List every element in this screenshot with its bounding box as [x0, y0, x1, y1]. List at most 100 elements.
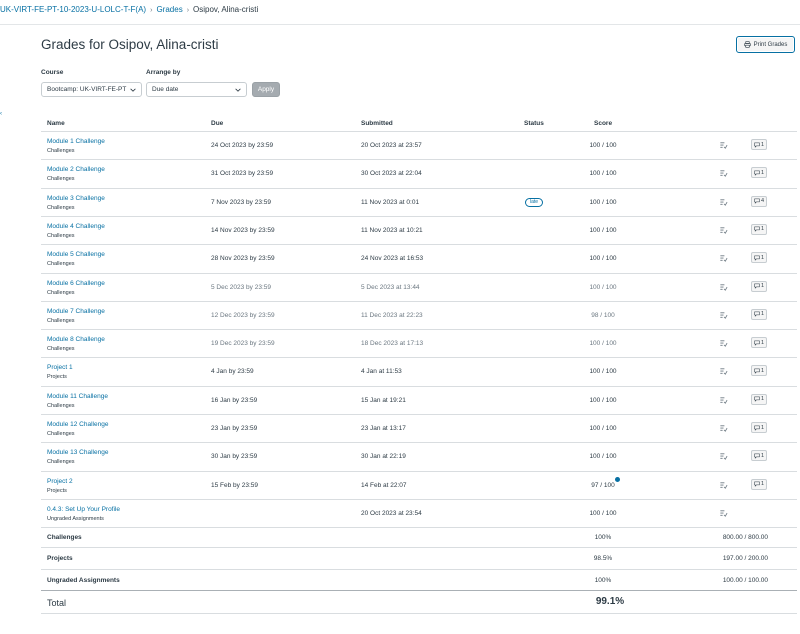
due-date: 31 Oct 2023 by 23:59: [211, 170, 274, 178]
rubric-icon[interactable]: [719, 254, 728, 263]
header-status[interactable]: Status: [524, 120, 544, 127]
assignment-link[interactable]: Module 12 Challenge: [47, 421, 108, 428]
arrange-by-select[interactable]: Due date: [146, 82, 247, 97]
assignment-link[interactable]: Module 2 Challenge: [47, 166, 105, 173]
comment-icon: [754, 396, 760, 402]
score: 100 / 100: [589, 425, 617, 432]
comments-button[interactable]: 1: [751, 308, 767, 320]
rubric-icon[interactable]: [719, 367, 728, 376]
table-row: Module 6 Challenge Challenges 5 Dec 2023 b…: [41, 272, 797, 301]
unread-indicator: [615, 476, 620, 482]
table-row: Project 2 Projects 15 Feb by 23:59 14 Feb a…: [41, 470, 797, 499]
due-date: 12 Dec 2023 by 23:59: [211, 311, 275, 319]
breadcrumb-grades-link[interactable]: Grades: [156, 5, 182, 14]
rubric-icon[interactable]: [719, 396, 728, 405]
header-due[interactable]: Due: [211, 120, 223, 127]
comments-button[interactable]: 1: [751, 450, 767, 462]
summary-percent: 100%: [594, 577, 612, 584]
rubric-icon[interactable]: [719, 452, 728, 461]
summary-points: 800.00 / 800.00: [722, 534, 768, 541]
assignment-link[interactable]: Module 4 Challenge: [47, 223, 105, 230]
apply-button[interactable]: Apply: [252, 82, 280, 97]
comments-button[interactable]: 1: [751, 337, 767, 349]
rubric-icon[interactable]: [719, 311, 728, 320]
collapse-indicator[interactable]: ‹: [0, 111, 3, 117]
assignment-group: Challenges: [47, 346, 75, 353]
comment-icon: [754, 425, 760, 431]
print-grades-label: Print Grades: [753, 41, 788, 48]
breadcrumb: UK-VIRT-FE-PT-10-2023-U-LOLC-T-F(A) › Grad…: [0, 5, 258, 14]
due-date: 7 Nov 2023 by 23:59: [211, 198, 271, 206]
page-title: Grades for Osipov, Alina-cristi: [41, 37, 219, 52]
summary-row: Projects 98.5% 197.00 / 200.00: [41, 547, 797, 569]
total-percent: 99.1%: [595, 596, 625, 607]
comments-button[interactable]: 1: [751, 422, 767, 433]
assignment-group: Challenges: [47, 459, 75, 466]
header-submitted[interactable]: Submitted: [361, 120, 393, 127]
rubric-icon[interactable]: [719, 339, 728, 348]
submitted-date: 14 Feb at 22:07: [361, 481, 407, 489]
due-date: 30 Jan by 23:59: [211, 453, 258, 461]
submitted-date: 30 Jan at 22:19: [361, 453, 406, 461]
assignment-link[interactable]: Module 1 Challenge: [47, 138, 105, 145]
comments-button[interactable]: 4: [751, 195, 767, 207]
comments-button[interactable]: 1: [751, 167, 767, 179]
rubric-icon[interactable]: [719, 169, 728, 178]
assignment-group: Projects: [47, 374, 67, 381]
rubric-icon[interactable]: [719, 198, 728, 207]
comment-count: 1: [760, 141, 765, 148]
assignment-group: Challenges: [47, 176, 75, 183]
summary-row: Ungraded Assignments 100% 100.00 / 100.00: [41, 569, 797, 590]
assignment-link[interactable]: Module 11 Challenge: [47, 393, 108, 400]
comment-count: 1: [760, 226, 765, 233]
assignment-group: Ungraded Assignments: [47, 515, 104, 522]
rubric-icon[interactable]: [719, 226, 728, 235]
rubric-icon[interactable]: [719, 509, 728, 518]
comments-button[interactable]: 1: [751, 478, 767, 490]
table-row: Project 1 Projects 4 Jan by 23:59 4 Jan at …: [41, 357, 797, 385]
comments-button[interactable]: 1: [751, 393, 767, 405]
rubric-icon[interactable]: [719, 424, 728, 433]
assignment-link[interactable]: 0.4.3: Set Up Your Profile: [47, 506, 120, 513]
header-name[interactable]: Name: [47, 120, 65, 127]
course-label: Course: [41, 69, 64, 76]
due-date: 14 Nov 2023 by 23:59: [211, 226, 275, 234]
assignment-link[interactable]: Module 13 Challenge: [47, 449, 108, 456]
assignment-link[interactable]: Module 5 Challenge: [47, 251, 105, 258]
assignment-link[interactable]: Module 6 Challenge: [47, 280, 105, 287]
comments-button[interactable]: 1: [751, 223, 767, 235]
table-row: 0.4.3: Set Up Your Profile Ungraded Assig…: [41, 498, 797, 527]
comments-button[interactable]: 1: [751, 280, 767, 292]
score: 100 / 100: [589, 396, 617, 404]
comment-count: 1: [760, 452, 765, 459]
table-row: Module 12 Challenge Challenges 23 Jan by 2…: [41, 414, 797, 442]
table-row: Module 2 Challenge Challenges 31 Oct 2023 …: [41, 159, 797, 187]
comments-button[interactable]: 1: [751, 365, 767, 377]
rubric-icon[interactable]: [719, 141, 728, 150]
comment-count: 1: [760, 169, 765, 176]
submitted-date: 5 Dec 2023 at 13:44: [361, 283, 420, 291]
comment-count: 1: [760, 283, 765, 289]
comment-count: 1: [760, 254, 765, 261]
course-select[interactable]: Bootcamp: UK-VIRT-FE-PT: [41, 82, 142, 97]
comments-button[interactable]: 1: [751, 139, 767, 150]
header-score[interactable]: Score: [594, 120, 612, 127]
grades-table-header: Name Due Submitted Status Score: [41, 116, 797, 132]
comments-button[interactable]: 1: [751, 252, 767, 264]
breadcrumb-course-link[interactable]: UK-VIRT-FE-PT-10-2023-U-LOLC-T-F(A): [0, 5, 146, 14]
rubric-icon[interactable]: [719, 481, 728, 490]
assignment-group: Challenges: [47, 261, 75, 268]
assignment-link[interactable]: Project 1: [47, 364, 73, 371]
assignment-link[interactable]: Project 2: [47, 478, 73, 485]
print-grades-button[interactable]: Print Grades: [736, 36, 795, 53]
assignment-link[interactable]: Module 3 Challenge: [47, 195, 105, 202]
assignment-link[interactable]: Module 7 Challenge: [47, 308, 105, 315]
comment-icon: [754, 283, 760, 289]
assignment-link[interactable]: Module 8 Challenge: [47, 336, 105, 343]
table-row: Module 4 Challenge Challenges 14 Nov 2023 …: [41, 215, 797, 244]
score: 100 / 100: [589, 340, 617, 348]
rubric-icon[interactable]: [719, 283, 728, 292]
submitted-date: 18 Dec 2023 at 17:13: [361, 340, 424, 348]
comment-icon: [754, 170, 760, 176]
summary-points: 100.00 / 100.00: [722, 577, 768, 584]
